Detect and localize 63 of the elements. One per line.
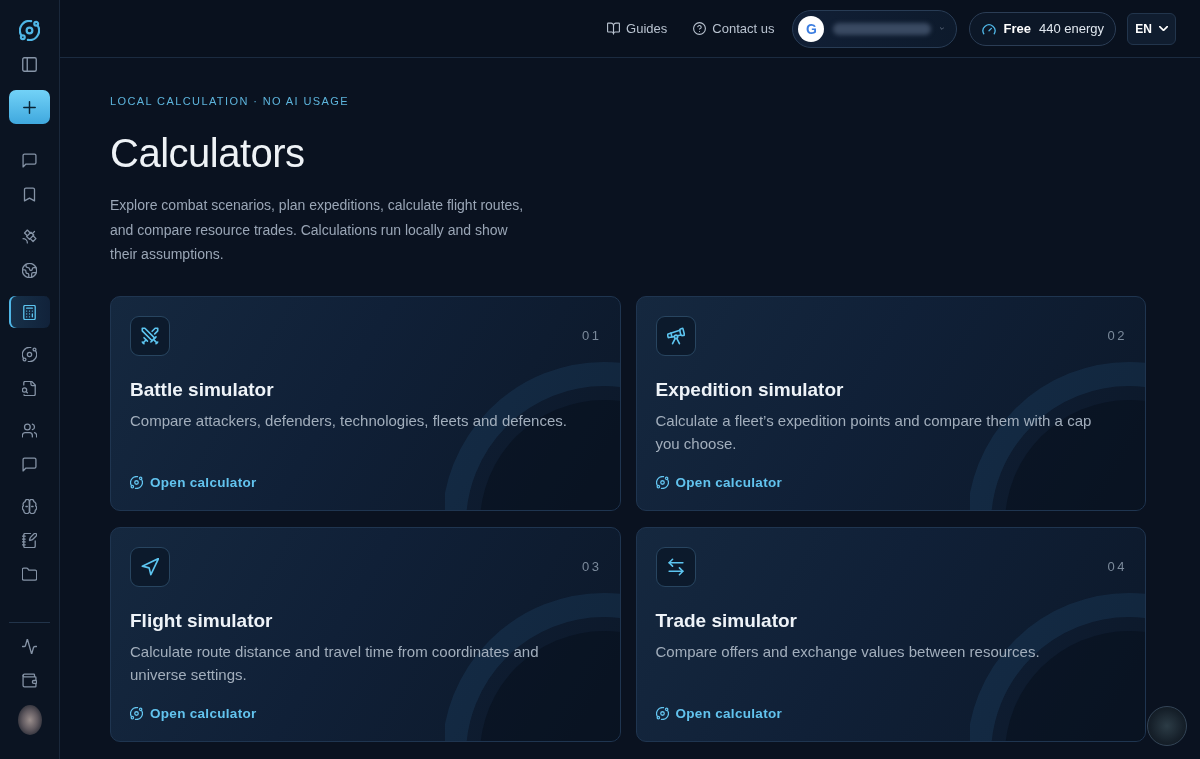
chevron-down-icon (940, 26, 945, 31)
card-title: Battle simulator (130, 377, 275, 402)
calculator-card[interactable]: 02 Expedition simulator Calculate a fleet’s expedition points and compare them with a cap you choose. Open calculator (635, 295, 1146, 511)
open-calculator-link[interactable]: Open calculator (655, 473, 783, 492)
telescope-icon (655, 315, 696, 356)
card-title: Flight simulator (130, 608, 274, 633)
globe-icon (22, 262, 37, 278)
book-icon (607, 22, 621, 35)
wallet-icon (22, 672, 37, 688)
new-button[interactable] (9, 90, 50, 124)
orbit-icon (130, 707, 143, 720)
chevron-down-icon (1158, 26, 1168, 31)
swap-arrows-icon (655, 546, 696, 587)
account-button[interactable]: G (792, 9, 958, 48)
header-link[interactable]: Guides (607, 21, 668, 36)
message-icon (22, 152, 37, 168)
page-description: Explore combat scenarios, plan expeditions, calculate flight routes, and compare resource trades. Calculations run locally and show their assumptions. (110, 196, 525, 264)
calculator-card[interactable]: 03 Flight simulator Calculate route distance and travel time from coordinates and universe settings. Open calculator (110, 526, 621, 742)
notebook-icon (22, 532, 37, 548)
help-icon (693, 22, 707, 35)
card-number: 01 (582, 328, 602, 343)
card-description: Calculate route distance and travel time from coordinates and universe settings. (130, 641, 540, 685)
sidebar-panel-icon[interactable] (22, 56, 37, 72)
satellite-icon (22, 228, 37, 244)
users-icon (22, 422, 37, 438)
orbit-icon (130, 476, 143, 489)
card-description: Calculate a fleet’s expedition points and compare them with a cap you choose. (655, 410, 1093, 454)
gauge-icon (982, 22, 997, 35)
account-avatar: G (798, 15, 825, 42)
calculator-card[interactable]: 01 Battle simulator Compare attackers, defenders, technologies, fleets and defences. Open calculator (110, 295, 621, 511)
calculator-icon (22, 304, 37, 320)
page-title: Calculators (110, 130, 306, 177)
open-calculator-link[interactable]: Open calculator (130, 473, 257, 492)
folder-icon (22, 566, 37, 582)
card-number: 03 (582, 559, 602, 574)
pulse-icon (22, 638, 37, 654)
card-title: Expedition simulator (655, 377, 845, 402)
calculator-card[interactable]: 04 Trade simulator Compare offers and exchange values between resources. Open calculator (635, 526, 1146, 742)
orbit-logo-icon[interactable] (19, 19, 40, 41)
card-title: Trade simulator (655, 608, 798, 633)
user-avatar[interactable] (17, 705, 42, 735)
energy-badge[interactable]: Free 440 energy (969, 11, 1116, 46)
orbit-icon (655, 707, 669, 720)
open-calculator-link[interactable]: Open calculator (655, 704, 783, 723)
swords-icon (130, 315, 170, 356)
energy-amount: 440 energy (1038, 21, 1104, 36)
card-description: Compare offers and exchange values between resources. (655, 641, 1041, 662)
header-link[interactable]: Contact us (693, 21, 775, 36)
card-number: 04 (1107, 559, 1127, 574)
orbit-icon (22, 346, 37, 362)
plan-name: Free (1003, 21, 1031, 36)
card-number: 02 (1107, 328, 1127, 343)
eyebrow-label: LOCAL CALCULATION · NO AI USAGE (110, 94, 350, 108)
language-select[interactable]: EN (1127, 12, 1176, 45)
plus-icon (23, 100, 36, 114)
message-icon (22, 456, 37, 472)
bookmark-icon (22, 186, 37, 202)
open-calculator-link[interactable]: Open calculator (130, 704, 257, 723)
brain-icon (22, 498, 37, 514)
card-description: Compare attackers, defenders, technologies, fleets and defences. (130, 410, 568, 431)
orbit-icon (655, 476, 669, 489)
sidebar-item[interactable] (9, 296, 50, 328)
file-search-icon (22, 380, 37, 396)
